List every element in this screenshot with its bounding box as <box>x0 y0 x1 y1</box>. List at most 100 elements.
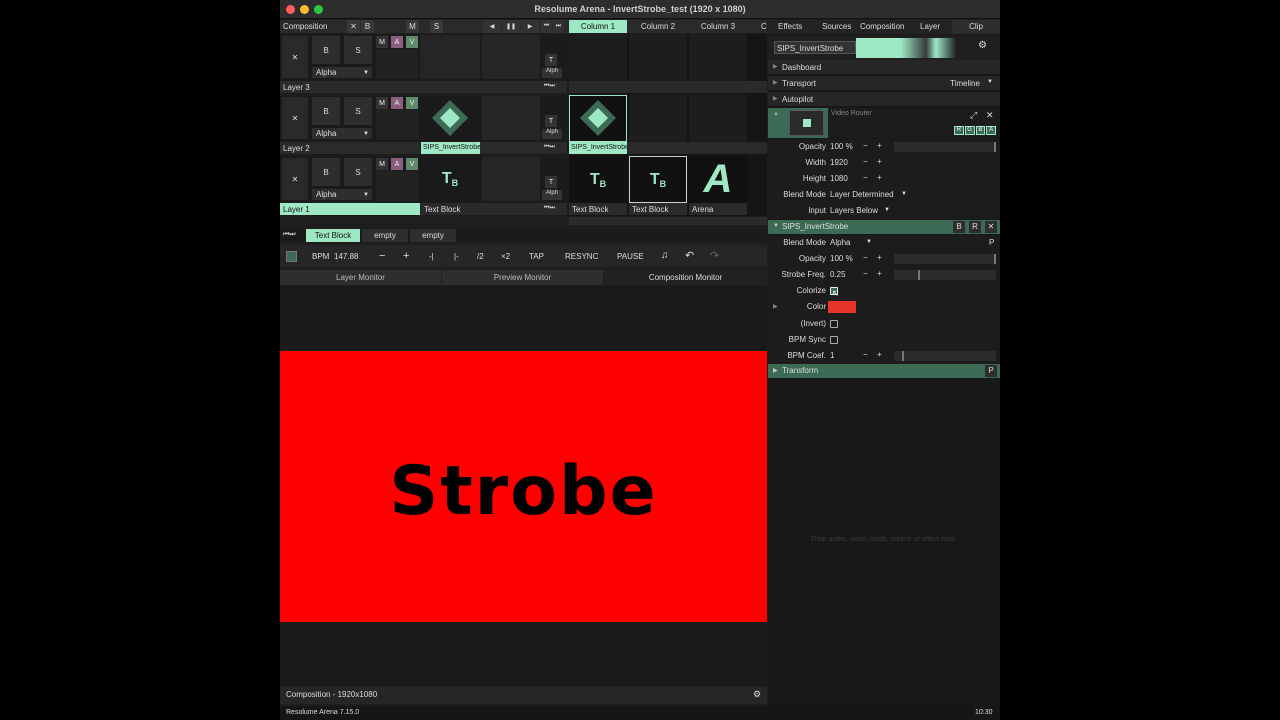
layer2-audio-button[interactable]: A <box>391 97 403 109</box>
minus-button[interactable]: − <box>863 350 868 359</box>
minus-button[interactable]: − <box>863 269 868 278</box>
gear-icon[interactable]: ⚙ <box>753 689 761 700</box>
param-value[interactable]: 1 <box>830 351 834 360</box>
clip-slot-sips[interactable] <box>569 95 627 142</box>
layer3-alpha-button[interactable]: Alph <box>542 68 562 78</box>
tab-composition[interactable]: Composition <box>860 22 904 31</box>
layer1-solo-button[interactable]: S <box>343 157 373 187</box>
slider-handle[interactable] <box>994 254 996 264</box>
section-transport[interactable]: ▶ Transport Timeline ▼ <box>768 76 1000 91</box>
column-header-2[interactable]: Column 2 <box>629 20 687 33</box>
redo-icon[interactable]: ↷ <box>710 249 719 262</box>
chevron-right-icon[interactable]: ▶ <box>773 303 778 310</box>
pause-icon[interactable]: ❚❚ <box>502 20 520 33</box>
minimize-window-button[interactable] <box>300 5 309 14</box>
clip-slot[interactable] <box>689 95 747 142</box>
layer1-video-button[interactable]: V <box>406 158 418 170</box>
layer1-bypass-button[interactable]: B <box>311 157 341 187</box>
bpm-half-button[interactable]: /2 <box>477 252 484 261</box>
deck-tab-2[interactable]: empty <box>362 229 408 242</box>
chevron-down-icon[interactable]: ▼ <box>773 223 779 229</box>
minus-button[interactable]: − <box>863 157 868 166</box>
layer3-blend-select[interactable]: Alpha ▼ <box>311 66 373 79</box>
param-value[interactable]: Alpha <box>830 238 850 247</box>
transform-menu-button[interactable]: P <box>985 365 997 377</box>
layer3-mute-button[interactable]: M <box>376 36 388 48</box>
layer1-fader-area[interactable] <box>376 171 418 201</box>
section-transform[interactable]: ▶ Transform P <box>768 364 1000 378</box>
layer2-bypass-button[interactable]: B <box>311 96 341 126</box>
composition-clear-button[interactable]: ✕ <box>347 20 360 33</box>
tab-sources[interactable]: Sources <box>822 22 851 31</box>
layer1-audio-button[interactable]: A <box>391 158 403 170</box>
tab-preview-monitor[interactable]: Preview Monitor <box>442 270 603 285</box>
strobe-slider[interactable] <box>894 270 996 280</box>
alpha-channel-toggle[interactable]: A <box>986 126 996 135</box>
deck-tab-1[interactable]: Text Block <box>306 229 360 242</box>
tab-composition-monitor[interactable]: Composition Monitor <box>604 270 767 285</box>
composition-label[interactable]: Composition <box>283 22 327 31</box>
clip-slot[interactable] <box>629 95 687 142</box>
metronome-icon[interactable]: ♫ <box>661 250 669 261</box>
layer1-clear-button[interactable]: ✕ <box>281 157 309 201</box>
zoom-window-button[interactable] <box>314 5 323 14</box>
invert-checkbox[interactable] <box>830 320 838 328</box>
bpm-value[interactable]: 147.88 <box>334 252 358 261</box>
layer1-mute-button[interactable]: M <box>376 158 388 170</box>
layer2-mute-button[interactable]: M <box>376 97 388 109</box>
clip-name-field[interactable]: SIPS_InvertStrobe <box>774 41 856 54</box>
tab-layer[interactable]: Layer <box>920 22 940 31</box>
plus-button[interactable]: + <box>877 141 882 150</box>
plus-button[interactable]: + <box>877 157 882 166</box>
effect-reset-button[interactable]: R <box>969 221 981 233</box>
composition-bypass-button[interactable]: B <box>361 20 374 33</box>
clip-grid-scrollbar[interactable] <box>569 217 767 225</box>
layer1-transport-area[interactable] <box>482 157 540 201</box>
layer2-clear-button[interactable]: ✕ <box>281 96 309 140</box>
chevron-down-icon[interactable]: ▼ <box>901 191 907 197</box>
prev-column-icon[interactable]: ◀ <box>483 20 501 33</box>
deck-tab-3[interactable]: empty <box>410 229 456 242</box>
skip-back-icon[interactable]: ⏮ <box>541 20 552 33</box>
param-value[interactable]: 0.25 <box>830 270 846 279</box>
section-autopilot[interactable]: ▶ Autopilot <box>768 92 1000 107</box>
tab-layer-monitor[interactable]: Layer Monitor <box>280 270 441 285</box>
clip-slot[interactable] <box>629 34 687 81</box>
param-menu-button[interactable]: P <box>989 238 994 247</box>
pause-button[interactable]: PAUSE <box>617 252 644 261</box>
nudge-back-button[interactable]: -| <box>429 252 434 261</box>
resync-button[interactable]: RESYNC <box>565 252 598 261</box>
tap-button[interactable]: TAP <box>529 252 544 261</box>
minus-button[interactable]: − <box>863 253 868 262</box>
layer3-bypass-button[interactable]: B <box>311 35 341 65</box>
layer2-solo-button[interactable]: S <box>343 96 373 126</box>
bpm-minus-button[interactable]: − <box>379 250 385 262</box>
layer2-trigger-button[interactable]: T <box>545 115 557 127</box>
bpm-sync-checkbox[interactable] <box>830 336 838 344</box>
layer2-transport-area[interactable] <box>482 96 540 140</box>
plus-button[interactable]: + <box>877 253 882 262</box>
param-value[interactable]: Layer Determined <box>830 190 894 199</box>
column-header-4[interactable]: C <box>749 20 767 33</box>
chevron-down-icon[interactable]: ▼ <box>773 112 779 118</box>
plus-button[interactable]: + <box>877 173 882 182</box>
chevron-down-icon[interactable]: ▼ <box>884 207 890 213</box>
column-header-3[interactable]: Column 3 <box>689 20 747 33</box>
composition-mute-button[interactable]: M <box>406 20 419 33</box>
nudge-forward-button[interactable]: |- <box>454 252 459 261</box>
minus-button[interactable]: − <box>863 141 868 150</box>
layer1-nav-icon[interactable]: ⏮⏭ <box>544 203 564 215</box>
slider-handle[interactable] <box>994 142 996 152</box>
param-value[interactable]: 1080 <box>830 174 848 183</box>
slider-handle[interactable] <box>902 351 904 361</box>
slider-handle[interactable] <box>918 270 920 280</box>
deck-nav-icon[interactable]: ⏮⏭ <box>283 231 296 239</box>
color-swatch[interactable] <box>828 301 856 313</box>
plus-button[interactable]: + <box>877 269 882 278</box>
close-window-button[interactable] <box>286 5 295 14</box>
bpm-plus-button[interactable]: + <box>403 250 409 262</box>
green-channel-toggle[interactable]: G <box>964 126 975 135</box>
effect-bypass-button[interactable]: B <box>953 221 965 233</box>
layer3-video-button[interactable]: V <box>406 36 418 48</box>
column-header-1[interactable]: Column 1 <box>569 20 627 33</box>
